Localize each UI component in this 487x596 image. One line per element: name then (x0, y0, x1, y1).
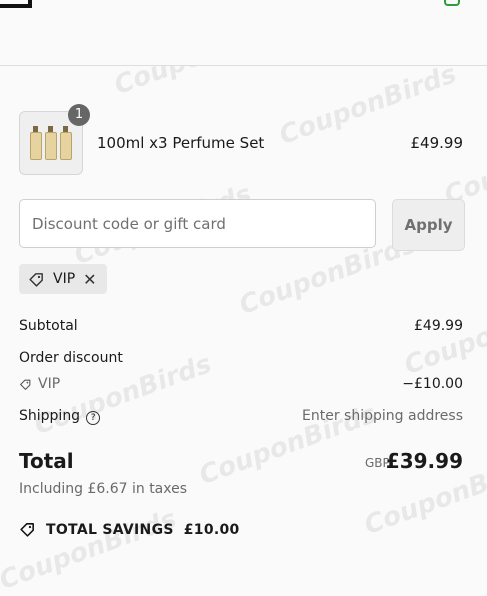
total-savings: TOTAL SAVINGS £10.00 (19, 521, 240, 538)
store-logo[interactable] (0, 0, 32, 8)
shipping-row: Shipping? Enter shipping address (19, 408, 463, 425)
shipping-value: Enter shipping address (302, 408, 463, 424)
discount-code-name: VIP (38, 376, 61, 392)
tag-icon (20, 379, 31, 390)
order-discount-label: Order discount (19, 350, 123, 366)
shipping-label: Shipping (19, 408, 81, 424)
discount-amount: −£10.00 (402, 376, 463, 392)
apply-discount-button[interactable]: Apply (392, 199, 465, 251)
watermark: CouponBirds (440, 119, 487, 211)
applied-discount-chip: VIP ✕ (19, 264, 107, 294)
discount-code-row: VIP −£10.00 (19, 376, 463, 392)
watermark: CouponBirds (0, 504, 181, 596)
top-bar (0, 0, 487, 66)
savings-label: TOTAL SAVINGS (46, 521, 174, 538)
subtotal-label: Subtotal (19, 318, 78, 334)
product-title: 100ml x3 Perfume Set (97, 134, 265, 152)
subtotal-row: Subtotal £49.99 (19, 318, 463, 334)
bottle-icon (30, 126, 42, 160)
tag-icon (20, 523, 34, 537)
help-icon[interactable]: ? (86, 411, 101, 425)
discount-chip-label: VIP (53, 271, 76, 287)
bottle-icon (60, 126, 72, 160)
bottle-icon (45, 126, 57, 160)
quantity-badge: 1 (68, 104, 90, 126)
watermark: CouponBirds (400, 289, 487, 381)
product-price: £49.99 (410, 134, 464, 152)
discount-code-input[interactable] (19, 199, 376, 248)
tag-icon (29, 272, 43, 287)
total-label: Total (19, 449, 74, 473)
savings-value: £10.00 (183, 521, 240, 538)
remove-discount-icon[interactable]: ✕ (83, 270, 96, 289)
cart-icon[interactable] (444, 0, 460, 6)
tax-note: Including £6.67 in taxes (19, 481, 188, 497)
subtotal-value: £49.99 (414, 318, 463, 334)
order-discount-row: Order discount (19, 350, 463, 366)
total-amount: £39.99 (385, 449, 463, 473)
